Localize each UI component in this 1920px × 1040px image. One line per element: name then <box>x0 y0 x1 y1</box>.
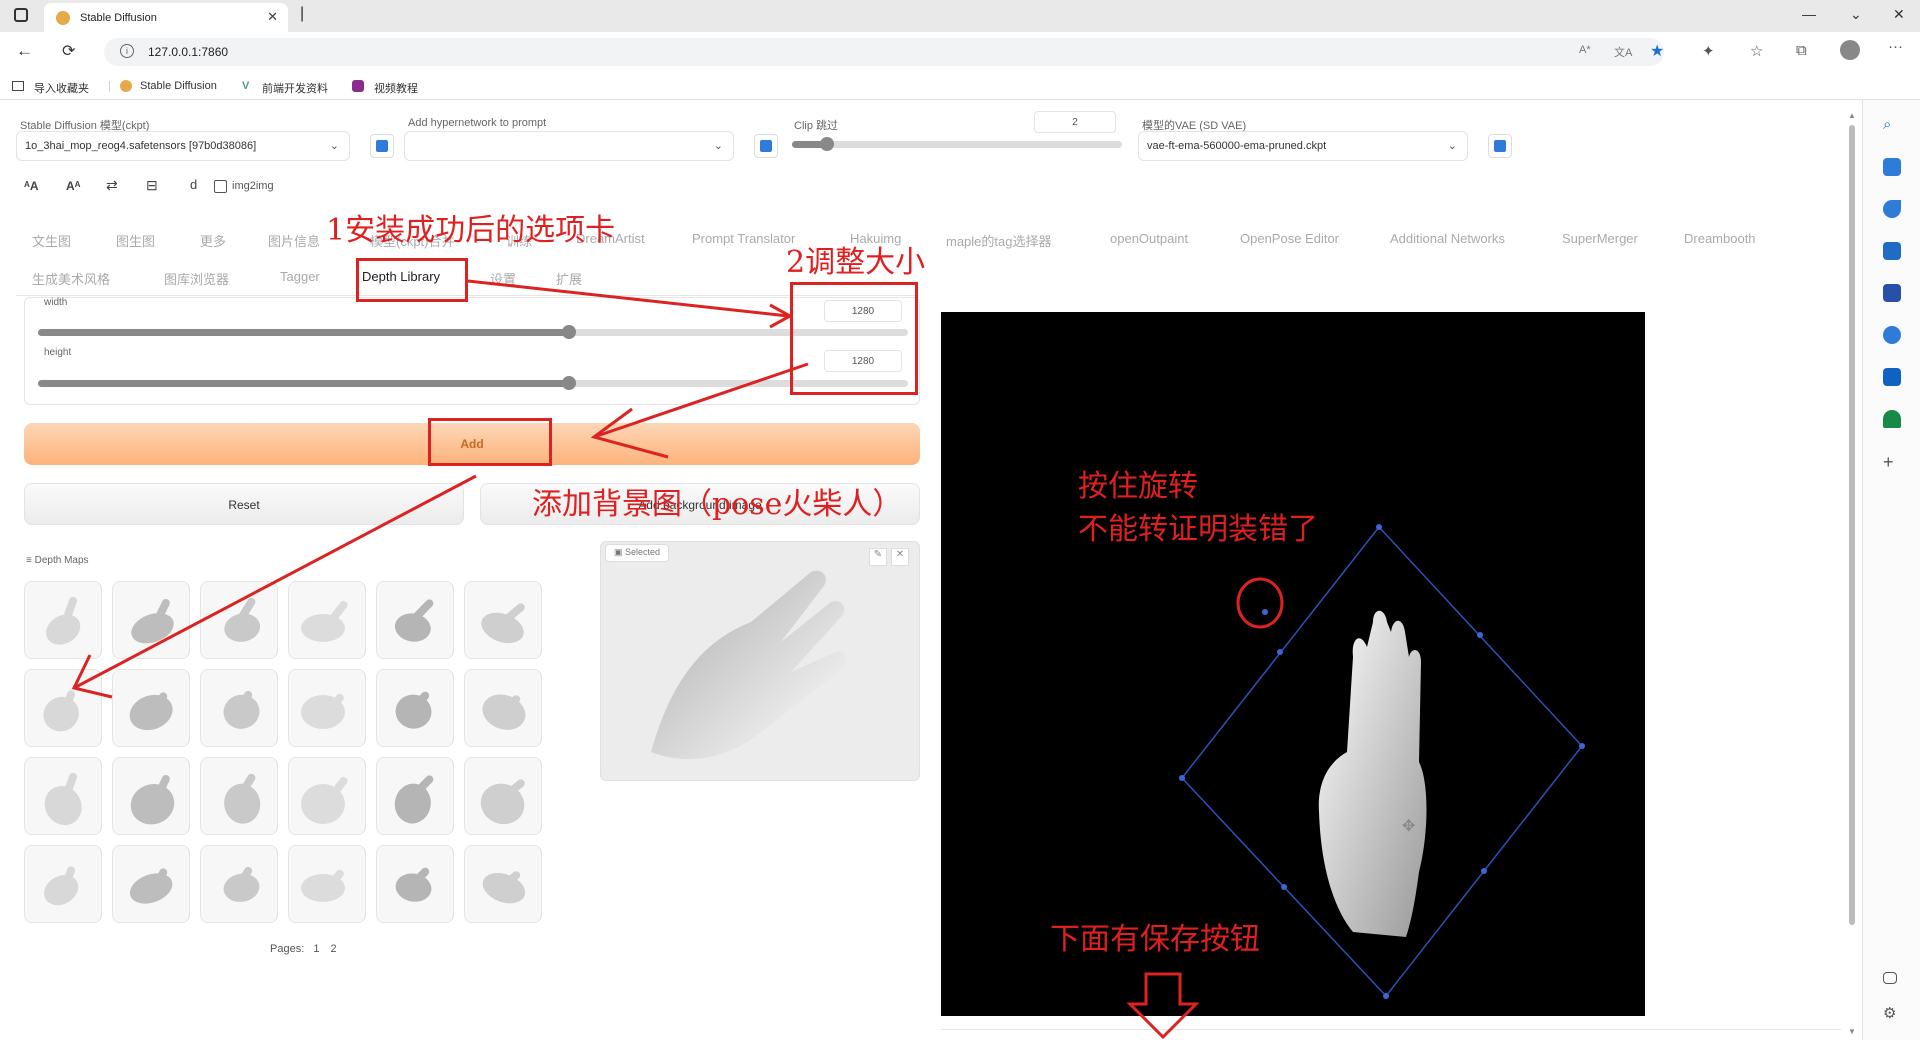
tab-actions-icon[interactable] <box>14 8 28 22</box>
browser-tab-bar: Stable Diffusion ✕ | — ⌄ ✕ <box>0 0 1920 32</box>
new-tab-icon[interactable]: | <box>300 5 304 23</box>
import-icon <box>12 81 24 91</box>
outlook-icon[interactable] <box>1883 368 1901 386</box>
favorite-star-icon[interactable]: ★ <box>1650 41 1664 61</box>
extensions-icon[interactable]: ✦ <box>1702 42 1715 60</box>
office-icon[interactable] <box>1883 326 1901 344</box>
translate-icon[interactable]: 文A <box>1614 44 1632 60</box>
add-icon[interactable]: + <box>1883 452 1901 472</box>
close-window-icon[interactable]: ✕ <box>1893 6 1905 23</box>
minimize-icon[interactable]: — <box>1802 6 1816 22</box>
favorites-icon[interactable]: ☆ <box>1750 42 1763 60</box>
shopping-icon[interactable] <box>1883 200 1901 218</box>
back-icon[interactable]: ← <box>16 41 33 61</box>
refresh-icon[interactable]: ⟳ <box>62 41 75 61</box>
read-aloud-icon[interactable]: A* <box>1579 44 1591 56</box>
bookmark-sd[interactable]: Stable Diffusion <box>140 80 217 92</box>
annotation-arrows <box>71 279 1284 1040</box>
bookmarks-bar: 导入收藏夹 | Stable Diffusion V 前端开发资料 视频教程 <box>0 72 1920 100</box>
browser-sidebar: ⌕ + ⚙ <box>1862 100 1920 1040</box>
search-icon[interactable]: ⌕ <box>1883 116 1901 134</box>
games-icon[interactable] <box>1883 284 1901 302</box>
bookmark-frontend[interactable]: 前端开发资料 <box>262 80 328 96</box>
avatar[interactable] <box>1840 40 1860 60</box>
url-input[interactable]: i 127.0.0.1:7860 A* 文A ★ <box>104 38 1664 66</box>
bookmark-video-icon <box>352 80 364 92</box>
tree-icon[interactable] <box>1883 410 1901 428</box>
webui-app: Stable Diffusion 模型(ckpt) 1o_3hai_mop_re… <box>0 101 1862 1040</box>
bookmark-sd-icon <box>120 80 132 92</box>
tab-favicon-icon <box>56 10 70 25</box>
settings-gear-icon[interactable]: ⚙ <box>1883 1004 1901 1022</box>
bookmark-video[interactable]: 视频教程 <box>374 80 418 96</box>
bookmark-vue-icon: V <box>242 80 250 92</box>
more-icon[interactable]: ··· <box>1888 38 1903 55</box>
browser-tab[interactable]: Stable Diffusion ✕ <box>44 3 288 32</box>
sidebar-layout-icon[interactable] <box>1883 972 1897 984</box>
bookmark-divider: | <box>108 80 111 92</box>
address-bar-row: ← ⟳ i 127.0.0.1:7860 A* 文A ★ ✦ ☆ ⧉ ··· <box>0 32 1920 72</box>
tab-title: Stable Diffusion <box>80 11 157 24</box>
tools-icon[interactable] <box>1883 242 1901 260</box>
info-icon[interactable]: i <box>120 44 134 58</box>
bing-icon[interactable] <box>1883 158 1901 176</box>
url-text: 127.0.0.1:7860 <box>148 45 229 59</box>
bookmark-import[interactable]: 导入收藏夹 <box>34 80 89 96</box>
close-tab-icon[interactable]: ✕ <box>267 9 278 25</box>
chevron-down-icon[interactable]: ⌄ <box>1850 6 1862 23</box>
collections-icon[interactable]: ⧉ <box>1796 42 1807 59</box>
